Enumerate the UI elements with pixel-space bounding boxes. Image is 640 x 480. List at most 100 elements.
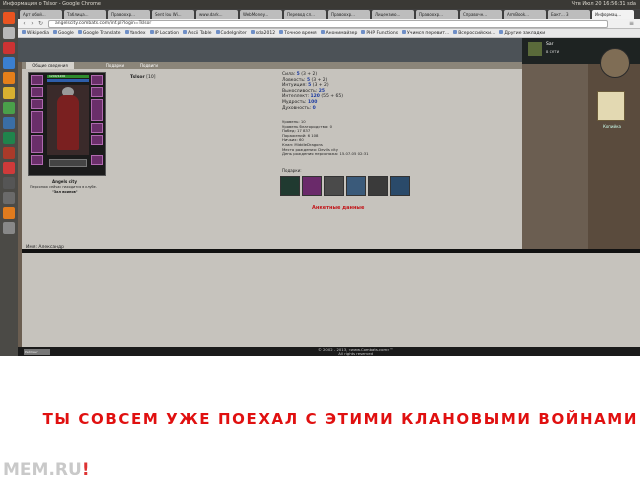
bookmark-item[interactable]: IP Location (149, 29, 179, 37)
menu-icon[interactable]: ≡ (628, 20, 635, 27)
calc-sheet-icon[interactable] (3, 132, 15, 144)
bookmark-item[interactable]: Ascii Table (183, 29, 212, 37)
browser-tab[interactable]: ArmBook... (504, 10, 546, 19)
back-icon[interactable]: ‹ (21, 20, 28, 27)
bookmark-label: Google Translate (82, 31, 121, 36)
watermark-mark: ! (81, 460, 90, 480)
bookmark-item[interactable]: Wikipedia (22, 29, 49, 37)
sidebar-nick[interactable]: Sar (546, 42, 553, 47)
bookmark-label: Точное время (284, 31, 317, 36)
empty-area (22, 253, 640, 347)
slot-ring[interactable] (91, 123, 103, 133)
slot-gloves[interactable] (91, 87, 103, 97)
status-text: Персонаж сейчас находится в клубе. (30, 185, 97, 189)
dash-icon[interactable] (3, 12, 15, 24)
opera-icon[interactable] (3, 42, 15, 54)
bookmark-item[interactable]: Google Translate (77, 29, 121, 37)
launcher (0, 9, 18, 356)
browser-tab[interactable]: Информац... (592, 10, 634, 19)
slot-boots[interactable] (91, 155, 103, 165)
address-bar[interactable]: angelscity.combats.com/inf.pl?login=Tsls… (48, 20, 608, 28)
slot-runes[interactable] (49, 159, 87, 167)
bookmark-item[interactable]: sda2012 (250, 29, 275, 37)
browser-tab[interactable]: Правоохр... (328, 10, 370, 19)
writer-icon[interactable] (3, 117, 15, 129)
chrome-icon[interactable] (3, 57, 15, 69)
gift-4[interactable] (346, 176, 366, 196)
bookmarks-bar: Wikipedia Google Google Translate Yandex IP … (18, 29, 640, 38)
browser-tab[interactable]: Sent lou Wi... (152, 10, 194, 19)
bookmark-label: Другие закладки (504, 31, 546, 36)
tab-gifts[interactable]: Подарки (98, 62, 132, 69)
gift-6[interactable] (390, 176, 410, 196)
bookmark-item[interactable]: Google (52, 29, 74, 37)
firefox-icon[interactable] (3, 72, 15, 84)
gift-3[interactable] (324, 176, 344, 196)
stat-extra: (55 + 65) (321, 94, 343, 100)
slot-belt[interactable] (31, 155, 43, 165)
bookmark-item[interactable]: Yandex (124, 29, 146, 37)
rating-badge[interactable]: Рейтинг (24, 349, 50, 355)
forward-icon[interactable]: › (29, 20, 36, 27)
filezilla-icon[interactable] (3, 162, 15, 174)
slot-shield[interactable] (91, 99, 103, 121)
calc-icon[interactable] (3, 102, 15, 114)
gift-5[interactable] (368, 176, 388, 196)
bookmark-item[interactable]: Анонимайзер (320, 29, 357, 37)
browser-tab[interactable]: Арт обой... (20, 10, 62, 19)
slot-earring[interactable] (31, 87, 43, 97)
bookmark-item[interactable]: Точное время (279, 29, 317, 37)
slot-bracer[interactable] (91, 75, 103, 85)
screenshot-frame: Информация о Tslsor - Google Chrome Чтв … (0, 0, 640, 356)
book-icon[interactable] (597, 91, 625, 121)
bookmark-item[interactable]: PHP Functions (361, 29, 398, 37)
software-center-icon[interactable] (3, 207, 15, 219)
slot-weapon[interactable] (31, 111, 43, 133)
browser-toolbar: ‹ › ↻ angelscity.combats.com/inf.pl?logi… (18, 19, 640, 29)
impress-icon[interactable] (3, 147, 15, 159)
slot-armor[interactable] (31, 135, 43, 153)
character-name[interactable]: Tslsor [10] (130, 75, 156, 80)
browser-tab[interactable]: Бакт... 3 (548, 10, 590, 19)
bookmark-label: Всероссийски... (458, 31, 496, 36)
browser-tab[interactable]: Правоохр... (416, 10, 458, 19)
tab-general[interactable]: Общие сведения (26, 62, 74, 69)
window-title: Информация о Tslsor - Google Chrome (3, 1, 102, 7)
browser-tab[interactable]: Справочн... (460, 10, 502, 19)
files-icon[interactable] (3, 27, 15, 39)
bookmark-icon (453, 30, 458, 34)
browser-tab[interactable]: Перевод сл... (284, 10, 326, 19)
city-name: Angels city (52, 179, 77, 184)
bookmark-item[interactable]: Всероссийски... (453, 29, 496, 37)
browser-tab[interactable]: Таблица... (64, 10, 106, 19)
settings-icon[interactable] (3, 192, 15, 204)
bookmark-label: CodeIgniter (220, 31, 247, 36)
browser-tab[interactable]: Правоохр... (108, 10, 150, 19)
slot-helmet[interactable] (31, 75, 43, 85)
bookmark-item[interactable]: Другие закладки (499, 29, 546, 37)
slot-ring2[interactable] (91, 135, 103, 145)
browser-tab[interactable]: Лицензию... (372, 10, 414, 19)
gift-2[interactable] (302, 176, 322, 196)
gift-1[interactable] (280, 176, 300, 196)
watermark-text: MEM.RU (3, 460, 82, 480)
browser-tab[interactable]: WebMoney... (240, 10, 282, 19)
bookmark-item[interactable]: CodeIgniter (215, 29, 247, 37)
trash-icon[interactable] (3, 222, 15, 234)
terminal-icon[interactable] (3, 177, 15, 189)
tab-feats[interactable]: Подвиги (132, 62, 166, 69)
bookmark-icon (77, 30, 82, 34)
globe-icon[interactable] (600, 48, 630, 78)
reload-icon[interactable]: ↻ (37, 20, 44, 27)
stat-label: Сила: (282, 72, 296, 77)
stat-label: Ловкость: (282, 77, 306, 83)
slot-amulet[interactable] (31, 99, 43, 109)
watermark: MEM.RU! (3, 460, 90, 480)
character-figure (47, 85, 89, 155)
browser-tab[interactable]: www.dark... (196, 10, 238, 19)
system-tray[interactable]: Чтв Июл 20 16:56:31 sda (572, 0, 636, 9)
app-icon[interactable] (3, 87, 15, 99)
detail-row: День рождения персонажа: 15.07.05 02:31 (282, 151, 369, 157)
bookmark-item[interactable]: Учимся перевит... (402, 29, 449, 37)
book-label[interactable]: Копийка (603, 124, 621, 129)
